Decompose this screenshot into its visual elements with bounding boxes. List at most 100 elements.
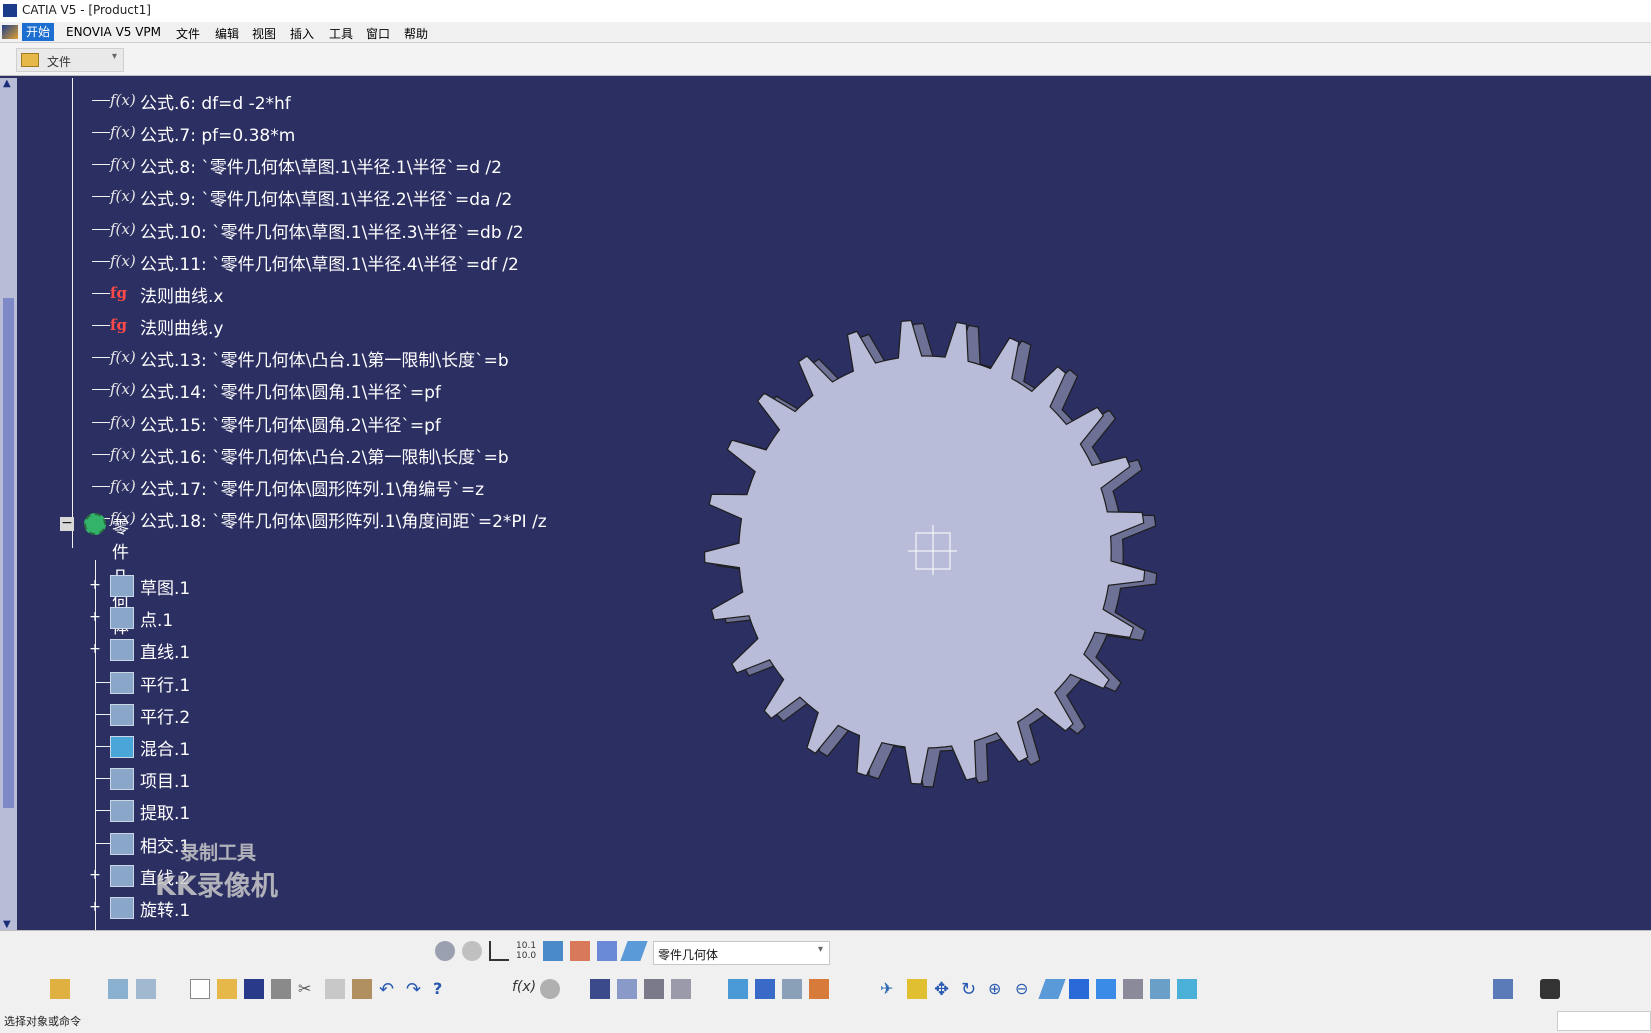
watermark-line1: 录制工具 bbox=[180, 842, 257, 864]
tree-connector bbox=[92, 389, 110, 391]
menu-start[interactable]: 开始 bbox=[22, 23, 55, 41]
scroll-up-arrow-icon[interactable]: ▲ bbox=[3, 78, 11, 89]
menu-view[interactable]: 视图 bbox=[252, 25, 276, 42]
tree-node-label: 公式.14: `零件几何体\圆角.1\半径`=pf bbox=[140, 383, 441, 404]
cut-icon[interactable]: ✂ bbox=[298, 979, 318, 999]
tree-scrollbar[interactable]: ▲ ▼ bbox=[0, 78, 17, 930]
tree-node-label: 公式.15: `零件几何体\圆角.2\半径`=pf bbox=[140, 415, 441, 436]
lock-icon[interactable] bbox=[644, 979, 664, 999]
expand-plus-icon[interactable]: + bbox=[89, 868, 101, 882]
gear-front-face bbox=[703, 319, 1146, 785]
tree-connector bbox=[95, 681, 110, 683]
scroll-down-arrow-icon[interactable]: ▼ bbox=[3, 919, 11, 930]
gear-3d-model[interactable] bbox=[680, 300, 1170, 810]
texture-icon[interactable] bbox=[809, 979, 829, 999]
tree-node-label: 提取.1 bbox=[140, 804, 191, 825]
collapse-minus-icon[interactable]: − bbox=[60, 516, 74, 531]
comment-icon[interactable] bbox=[540, 979, 560, 999]
tree-connector bbox=[92, 357, 110, 359]
menu-edit[interactable]: 编辑 bbox=[215, 25, 239, 42]
tree-node-label: 公式.9: `零件几何体\草图.1\半径.2\半径`=da /2 bbox=[140, 190, 513, 211]
new-document-icon[interactable] bbox=[190, 979, 210, 999]
tree-connector bbox=[92, 485, 110, 487]
tree-node-label: 公式.16: `零件几何体\凸台.2\第一限制\长度`=b bbox=[140, 447, 509, 468]
redo-icon[interactable]: ↷ bbox=[406, 979, 426, 1000]
title-bar: CATIA V5 - [Product1] bbox=[0, 0, 1651, 22]
tree-node-label: 点.1 bbox=[140, 611, 174, 632]
tree-list-icon[interactable] bbox=[597, 941, 617, 961]
menu-help[interactable]: 帮助 bbox=[404, 25, 428, 42]
help-icon[interactable]: ? bbox=[433, 979, 453, 999]
current-body-combo[interactable]: 零件几何体 ▾ bbox=[653, 941, 830, 965]
part-body-gear-icon bbox=[84, 513, 106, 535]
save-icon[interactable] bbox=[244, 979, 264, 999]
tree-connector bbox=[92, 100, 110, 101]
menu-insert[interactable]: 插入 bbox=[290, 25, 314, 42]
view-mode-icon[interactable] bbox=[1123, 979, 1143, 999]
law-icon: fg bbox=[110, 316, 127, 335]
render-icon[interactable] bbox=[728, 979, 748, 999]
command-input[interactable] bbox=[1557, 1011, 1651, 1031]
tree-node-label: 公式.11: `零件几何体\草图.1\半径.4\半径`=df /2 bbox=[140, 254, 519, 275]
tree-node-label: 混合.1 bbox=[140, 740, 191, 760]
expand-plus-icon[interactable]: + bbox=[89, 610, 101, 624]
plane-icon[interactable] bbox=[620, 941, 648, 961]
tree-node-label: 公式.18: `零件几何体\圆形阵列.1\角度间距`=2*PI /z bbox=[140, 511, 547, 532]
apply-material-icon[interactable] bbox=[755, 979, 775, 999]
sync-icon[interactable] bbox=[1493, 979, 1513, 999]
print-icon[interactable] bbox=[271, 979, 291, 999]
menu-tools[interactable]: 工具 bbox=[329, 25, 353, 42]
menu-enovia[interactable]: ENOVIA V5 VPM bbox=[66, 25, 161, 39]
iso-view-icon[interactable] bbox=[1096, 979, 1116, 999]
expand-plus-icon[interactable]: + bbox=[89, 642, 101, 656]
shade-icon[interactable] bbox=[782, 979, 802, 999]
hand-icon[interactable] bbox=[462, 941, 482, 961]
pan-icon[interactable]: ✥ bbox=[934, 979, 954, 1000]
catia-logo-icon bbox=[3, 4, 17, 17]
select-icon[interactable] bbox=[108, 979, 128, 999]
rotate-view-icon[interactable]: ↻ bbox=[961, 979, 981, 1000]
paste-icon[interactable] bbox=[352, 979, 372, 999]
fly-mode-icon[interactable]: ✈ bbox=[880, 979, 900, 999]
tree-connector bbox=[95, 778, 110, 780]
measure-units-icon[interactable]: 10.1 10.0 bbox=[516, 941, 536, 961]
chevron-down-icon: ▾ bbox=[111, 51, 117, 62]
fit-all-icon[interactable] bbox=[907, 979, 927, 999]
intersect-icon bbox=[110, 832, 134, 855]
tree-node-label: 公式.17: `零件几何体\圆形阵列.1\角编号`=z bbox=[140, 479, 485, 500]
workbench-logo-icon[interactable] bbox=[2, 25, 18, 39]
camera-icon[interactable] bbox=[1540, 979, 1560, 999]
formula-tool-icon[interactable]: f(x) bbox=[512, 979, 536, 999]
axis-system-icon[interactable] bbox=[489, 941, 509, 961]
open-folder-icon[interactable] bbox=[217, 979, 237, 999]
line-icon bbox=[110, 864, 134, 887]
file-combo[interactable]: 文件 ▾ bbox=[16, 48, 124, 72]
copy-icon[interactable] bbox=[325, 979, 345, 999]
formula-icon: f(x) bbox=[110, 444, 136, 463]
expand-plus-icon[interactable]: + bbox=[89, 578, 101, 592]
menu-file[interactable]: 文件 bbox=[176, 25, 200, 42]
tree-node-label: 平行.2 bbox=[140, 707, 191, 728]
sketch-tool-icon[interactable] bbox=[570, 941, 590, 961]
menu-window[interactable]: 窗口 bbox=[366, 25, 390, 42]
tree-connector-line bbox=[72, 78, 73, 548]
bottom-toolbars: 10.1 10.0 零件几何体 ▾ ✂ ↶ ↷ ? f(x) ✈ ✥ ↻ ⊕ ⊖… bbox=[0, 930, 1651, 1033]
zoom-out-icon[interactable]: ⊖ bbox=[1015, 979, 1035, 999]
datum-icon[interactable] bbox=[543, 941, 563, 961]
scrollbar-thumb[interactable] bbox=[3, 298, 14, 808]
knowledge-icon[interactable] bbox=[617, 979, 637, 999]
start-workbench-icon[interactable] bbox=[50, 979, 70, 999]
update-icon[interactable] bbox=[435, 941, 455, 961]
line-icon bbox=[110, 639, 134, 662]
expand-plus-icon[interactable]: + bbox=[89, 900, 101, 914]
swap-space-icon[interactable] bbox=[1177, 979, 1197, 999]
catalog-icon[interactable] bbox=[671, 979, 691, 999]
select-trap-icon[interactable] bbox=[136, 979, 156, 999]
multi-view-icon[interactable] bbox=[1069, 979, 1089, 999]
normal-view-icon[interactable] bbox=[1038, 979, 1066, 999]
table-icon[interactable] bbox=[590, 979, 610, 999]
zoom-in-icon[interactable]: ⊕ bbox=[988, 979, 1008, 999]
hide-show-icon[interactable] bbox=[1150, 979, 1170, 999]
undo-icon[interactable]: ↶ bbox=[379, 979, 399, 1000]
formula-icon: f(x) bbox=[110, 219, 136, 238]
